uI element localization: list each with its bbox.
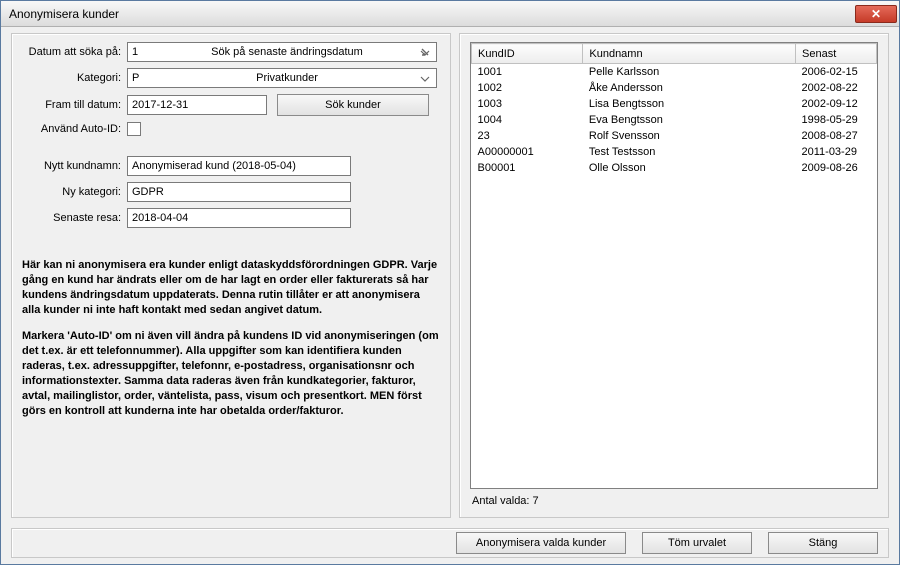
col-header-senast[interactable]: Senast bbox=[796, 44, 877, 64]
cell-senast: 1998-05-29 bbox=[796, 112, 877, 128]
cell-kundnamn: Lisa Bengtsson bbox=[583, 96, 796, 112]
combo-datum-att-soka[interactable]: 1 Sök på senaste ändringsdatum bbox=[127, 42, 437, 62]
row-senaste-resa: Senaste resa: bbox=[22, 208, 440, 228]
table-row[interactable]: 1001Pelle Karlsson2006-02-15 bbox=[472, 64, 877, 80]
antal-valda-label: Antal valda: 7 bbox=[470, 489, 878, 509]
input-fram-till-datum[interactable] bbox=[127, 95, 267, 115]
cell-senast: 2006-02-15 bbox=[796, 64, 877, 80]
table-row[interactable]: 1003Lisa Bengtsson2002-09-12 bbox=[472, 96, 877, 112]
label-ny-kategori: Ny kategori: bbox=[22, 186, 127, 198]
input-ny-kategori[interactable] bbox=[127, 182, 351, 202]
label-fram-till-datum: Fram till datum: bbox=[22, 99, 127, 111]
combo-datum-code: 1 bbox=[132, 46, 156, 58]
cell-kundnamn: Olle Olsson bbox=[583, 160, 796, 176]
cell-kundid: A00000001 bbox=[472, 144, 583, 160]
col-header-kundid[interactable]: KundID bbox=[472, 44, 583, 64]
label-kategori: Kategori: bbox=[22, 72, 127, 84]
table-row[interactable]: A00000001Test Testsson2011-03-29 bbox=[472, 144, 877, 160]
label-datum-att-soka: Datum att söka på: bbox=[22, 46, 127, 58]
table-row[interactable]: 23Rolf Svensson2008-08-27 bbox=[472, 128, 877, 144]
cell-kundnamn: Test Testsson bbox=[583, 144, 796, 160]
close-icon: ✕ bbox=[871, 7, 881, 21]
titlebar: Anonymisera kunder ✕ bbox=[1, 1, 899, 27]
right-panel: KundID Kundnamn Senast 1001Pelle Karlsso… bbox=[459, 33, 889, 518]
cell-kundid: B00001 bbox=[472, 160, 583, 176]
row-kategori: Kategori: P Privatkunder bbox=[22, 68, 440, 88]
footer-bar: Anonymisera valda kunder Töm urvalet Stä… bbox=[11, 528, 889, 558]
row-nytt-kundnamn: Nytt kundnamn: bbox=[22, 156, 440, 176]
col-header-kundnamn[interactable]: Kundnamn bbox=[583, 44, 796, 64]
label-nytt-kundnamn: Nytt kundnamn: bbox=[22, 160, 127, 172]
results-table-body: 1001Pelle Karlsson2006-02-151002Åke Ande… bbox=[472, 64, 877, 176]
description-p1: Här kan ni anonymisera era kunder enligt… bbox=[22, 258, 440, 317]
table-row[interactable]: 1002Åke Andersson2002-08-22 bbox=[472, 80, 877, 96]
checkbox-auto-id[interactable] bbox=[127, 122, 141, 136]
chevron-down-icon bbox=[418, 70, 432, 86]
cell-senast: 2011-03-29 bbox=[796, 144, 877, 160]
description-text: Här kan ni anonymisera era kunder enligt… bbox=[22, 258, 440, 430]
spacer bbox=[22, 142, 440, 156]
sok-kunder-button[interactable]: Sök kunder bbox=[277, 94, 429, 116]
table-row[interactable]: B00001Olle Olsson2009-08-26 bbox=[472, 160, 877, 176]
label-senaste-resa: Senaste resa: bbox=[22, 212, 127, 224]
combo-kategori-text: Privatkunder bbox=[156, 72, 418, 84]
combo-kategori[interactable]: P Privatkunder bbox=[127, 68, 437, 88]
row-fram-till-datum: Fram till datum: Sök kunder bbox=[22, 94, 440, 116]
cell-senast: 2009-08-26 bbox=[796, 160, 877, 176]
cell-kundid: 1003 bbox=[472, 96, 583, 112]
anonymisera-button[interactable]: Anonymisera valda kunder bbox=[456, 532, 626, 554]
cell-kundid: 1001 bbox=[472, 64, 583, 80]
cell-kundid: 23 bbox=[472, 128, 583, 144]
content-area: Datum att söka på: 1 Sök på senaste ändr… bbox=[1, 27, 899, 524]
cell-kundnamn: Rolf Svensson bbox=[583, 128, 796, 144]
cell-senast: 2008-08-27 bbox=[796, 128, 877, 144]
combo-kategori-code: P bbox=[132, 72, 156, 84]
cell-senast: 2002-08-22 bbox=[796, 80, 877, 96]
stang-button[interactable]: Stäng bbox=[768, 532, 878, 554]
close-button[interactable]: ✕ bbox=[855, 5, 897, 23]
cell-kundid: 1004 bbox=[472, 112, 583, 128]
table-row[interactable]: 1004Eva Bengtsson1998-05-29 bbox=[472, 112, 877, 128]
results-table: KundID Kundnamn Senast 1001Pelle Karlsso… bbox=[471, 43, 877, 176]
cell-senast: 2002-09-12 bbox=[796, 96, 877, 112]
results-table-wrapper[interactable]: KundID Kundnamn Senast 1001Pelle Karlsso… bbox=[470, 42, 878, 489]
tom-urvalet-button[interactable]: Töm urvalet bbox=[642, 532, 752, 554]
table-header-row: KundID Kundnamn Senast bbox=[472, 44, 877, 64]
cell-kundid: 1002 bbox=[472, 80, 583, 96]
description-p2: Markera 'Auto-ID' om ni även vill ändra … bbox=[22, 329, 440, 418]
row-auto-id: Använd Auto-ID: bbox=[22, 122, 440, 136]
window-title: Anonymisera kunder bbox=[9, 7, 119, 21]
input-nytt-kundnamn[interactable] bbox=[127, 156, 351, 176]
cell-kundnamn: Eva Bengtsson bbox=[583, 112, 796, 128]
cell-kundnamn: Pelle Karlsson bbox=[583, 64, 796, 80]
label-auto-id: Använd Auto-ID: bbox=[22, 123, 127, 135]
combo-datum-text: Sök på senaste ändringsdatum bbox=[156, 46, 418, 58]
row-ny-kategori: Ny kategori: bbox=[22, 182, 440, 202]
cell-kundnamn: Åke Andersson bbox=[583, 80, 796, 96]
chevron-down-icon bbox=[418, 44, 432, 60]
window: Anonymisera kunder ✕ Datum att söka på: … bbox=[0, 0, 900, 565]
left-panel: Datum att söka på: 1 Sök på senaste ändr… bbox=[11, 33, 451, 518]
input-senaste-resa[interactable] bbox=[127, 208, 351, 228]
row-datum-att-soka: Datum att söka på: 1 Sök på senaste ändr… bbox=[22, 42, 440, 62]
